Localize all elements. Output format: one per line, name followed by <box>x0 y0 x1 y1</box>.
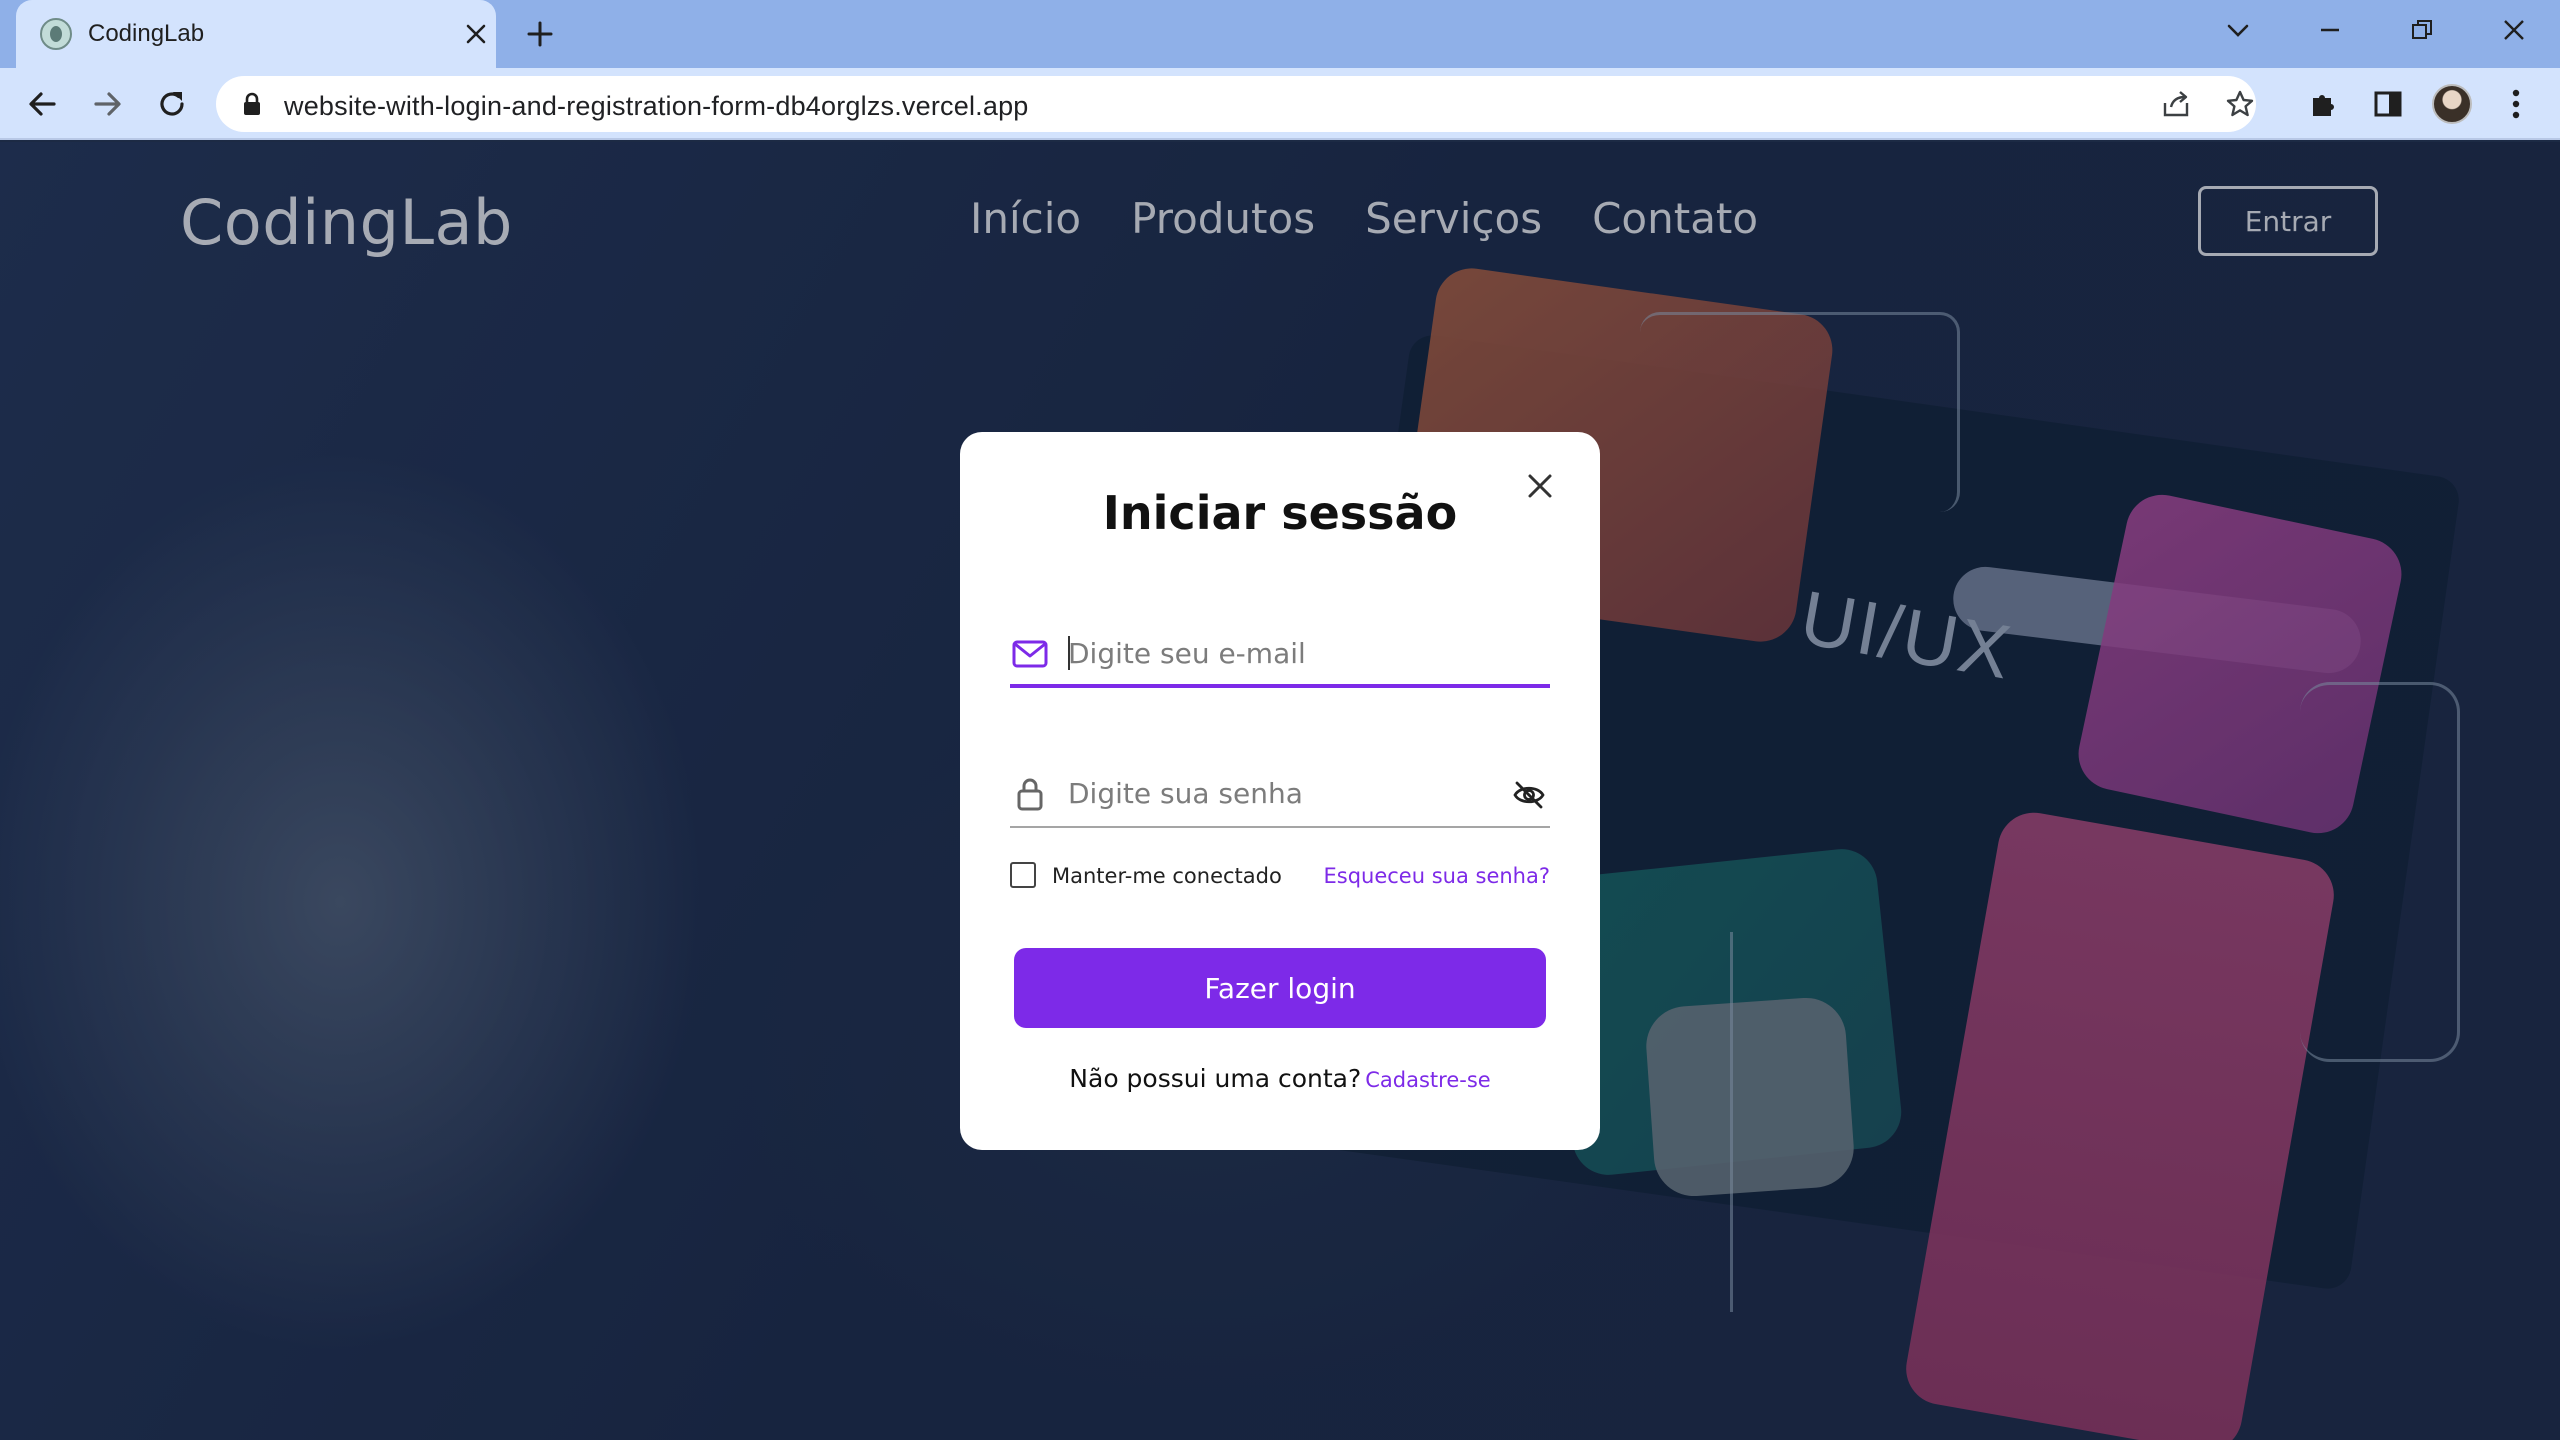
minimize-icon[interactable] <box>2302 8 2358 52</box>
login-modal: Iniciar sessão Manter-me conectado Esque… <box>960 432 1600 1150</box>
window-close-icon[interactable] <box>2486 8 2542 52</box>
share-icon[interactable] <box>2156 84 2196 124</box>
email-input[interactable] <box>1068 628 1488 678</box>
signup-link[interactable]: Cadastre-se <box>1365 1068 1490 1092</box>
login-submit-button[interactable]: Fazer login <box>1014 948 1546 1028</box>
favicon-icon <box>40 18 72 50</box>
lock-icon <box>1012 776 1048 812</box>
entrar-button[interactable]: Entrar <box>2198 186 2378 256</box>
page-viewport: UI/UX CodingLab Início Produtos Serviços… <box>0 142 2560 1440</box>
tab-title: CodingLab <box>88 20 205 47</box>
tab-search-chevron-down-icon[interactable] <box>2210 8 2266 52</box>
profile-avatar[interactable] <box>2430 82 2474 126</box>
password-input[interactable] <box>1068 768 1488 818</box>
side-panel-icon[interactable] <box>2366 82 2410 126</box>
tab-close-icon[interactable] <box>456 14 496 54</box>
password-field <box>1010 758 1550 828</box>
site-nav-links: Início Produtos Serviços Contato <box>970 194 1758 243</box>
new-tab-plus-icon[interactable] <box>520 14 560 54</box>
reload-icon[interactable] <box>150 82 194 126</box>
site-navbar: CodingLab Início Produtos Serviços Conta… <box>0 142 2560 302</box>
kebab-menu-icon[interactable] <box>2494 82 2538 126</box>
forgot-password-link[interactable]: Esqueceu sua senha? <box>1323 864 1550 888</box>
nav-link-produtos[interactable]: Produtos <box>1131 194 1315 243</box>
forward-arrow-right-icon[interactable] <box>86 82 130 126</box>
nav-link-servicos[interactable]: Serviços <box>1365 194 1542 243</box>
modal-title: Iniciar sessão <box>1102 486 1458 540</box>
url-text[interactable]: website-with-login-and-registration-form… <box>284 91 1029 122</box>
browser-toolbar: website-with-login-and-registration-form… <box>0 68 2560 140</box>
lock-icon[interactable] <box>242 92 262 121</box>
site-logo[interactable]: CodingLab <box>180 186 513 259</box>
browser-tabstrip: CodingLab <box>0 0 2560 68</box>
text-caret <box>1068 636 1070 670</box>
nav-link-contato[interactable]: Contato <box>1592 194 1758 243</box>
remember-me-label[interactable]: Manter-me conectado <box>1052 864 1282 888</box>
signup-prompt-text: Não possui uma conta? <box>1069 1064 1362 1093</box>
signup-prompt-line: Não possui uma conta? Cadastre-se <box>960 1064 1600 1093</box>
remember-me-checkbox[interactable] <box>1010 862 1036 888</box>
bookmark-star-icon[interactable] <box>2220 84 2260 124</box>
nav-link-inicio[interactable]: Início <box>970 194 1081 243</box>
login-options-row: Manter-me conectado Esqueceu sua senha? <box>1010 856 1550 896</box>
back-arrow-left-icon[interactable] <box>20 82 64 126</box>
browser-tab-active[interactable]: CodingLab <box>16 0 496 68</box>
mail-icon <box>1012 636 1048 672</box>
restore-icon[interactable] <box>2394 8 2450 52</box>
extensions-puzzle-icon[interactable] <box>2302 82 2346 126</box>
address-bar[interactable]: website-with-login-and-registration-form… <box>216 76 2256 132</box>
email-field <box>1010 618 1550 688</box>
eye-off-icon[interactable] <box>1510 776 1548 814</box>
